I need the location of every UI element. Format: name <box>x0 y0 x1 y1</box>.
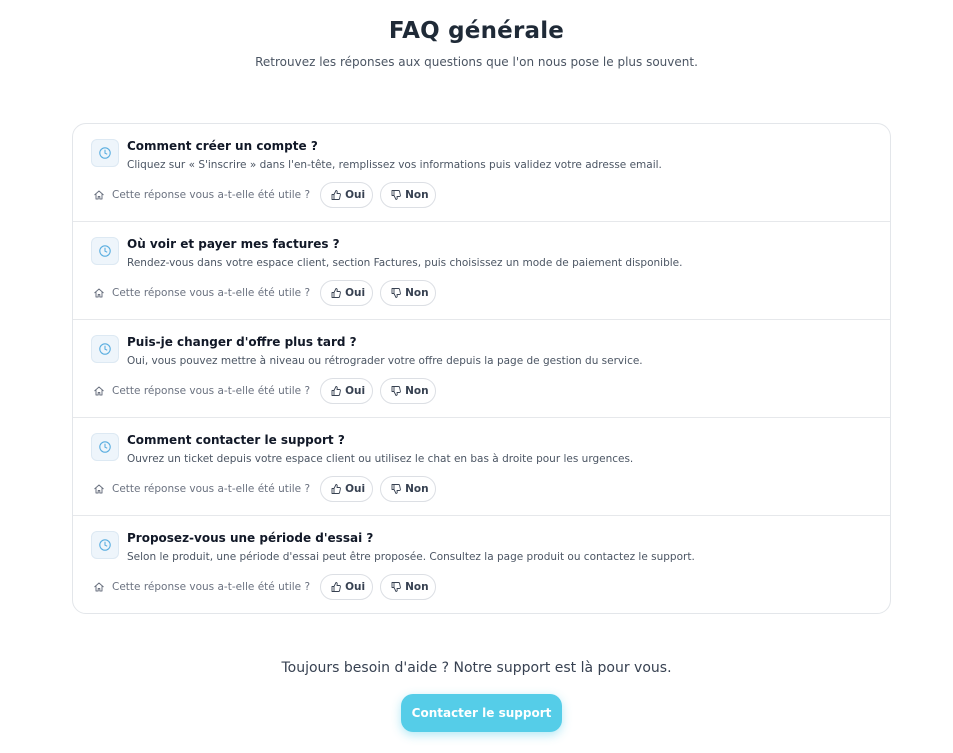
feedback-row: Cette réponse vous a-t-elle été utile ? O… <box>92 476 437 502</box>
faq-item: Où voir et payer mes factures ? Rendez-vo… <box>73 222 890 320</box>
feedback-yes-label: Oui <box>345 189 366 201</box>
feedback-label: Cette réponse vous a-t-elle été utile ? <box>112 189 311 201</box>
clock-icon <box>91 433 119 461</box>
contact-support-button[interactable]: Contacter le support <box>401 694 562 732</box>
faq-item: Proposez-vous une période d'essai ? Selon… <box>73 516 890 613</box>
home-icon <box>92 580 106 594</box>
feedback-label: Cette réponse vous a-t-elle été utile ? <box>112 483 311 495</box>
thumbs-up-icon <box>330 385 342 397</box>
faq-answer: Oui, vous pouvez mettre à niveau ou rétr… <box>127 355 643 367</box>
page-title: FAQ générale <box>388 18 565 44</box>
thumbs-up-icon <box>330 581 342 593</box>
thumbs-down-icon <box>390 483 402 495</box>
faq-item: Puis-je changer d'offre plus tard ? Oui, … <box>73 320 890 418</box>
page-subtitle: Retrouvez les réponses aux questions que… <box>255 55 698 69</box>
clock-icon <box>91 139 119 167</box>
home-icon <box>92 482 106 496</box>
faq-item: Comment créer un compte ? Cliquez sur « S… <box>73 124 890 222</box>
clock-icon <box>91 335 119 363</box>
home-icon <box>92 286 106 300</box>
feedback-yes-button[interactable]: Oui <box>320 280 374 306</box>
thumbs-down-icon <box>390 189 402 201</box>
feedback-no-button[interactable]: Non <box>380 378 437 404</box>
feedback-no-label: Non <box>405 483 429 495</box>
faq-answer: Rendez-vous dans votre espace client, se… <box>127 257 683 269</box>
faq-question: Proposez-vous une période d'essai ? <box>127 531 374 545</box>
feedback-yes-button[interactable]: Oui <box>320 574 374 600</box>
feedback-yes-button[interactable]: Oui <box>320 476 374 502</box>
home-icon <box>92 188 106 202</box>
feedback-no-label: Non <box>405 581 429 593</box>
feedback-yes-label: Oui <box>345 287 366 299</box>
faq-answer: Ouvrez un ticket depuis votre espace cli… <box>127 453 634 465</box>
clock-icon <box>91 237 119 265</box>
faq-question: Comment contacter le support ? <box>127 433 345 447</box>
feedback-label: Cette réponse vous a-t-elle été utile ? <box>112 287 311 299</box>
faq-question: Où voir et payer mes factures ? <box>127 237 340 251</box>
thumbs-up-icon <box>330 189 342 201</box>
feedback-label: Cette réponse vous a-t-elle été utile ? <box>112 581 311 593</box>
feedback-yes-label: Oui <box>345 385 366 397</box>
page-header: FAQ générale Retrouvez les réponses aux … <box>0 14 953 69</box>
feedback-row: Cette réponse vous a-t-elle été utile ? O… <box>92 378 437 404</box>
faq-question: Comment créer un compte ? <box>127 139 318 153</box>
feedback-no-label: Non <box>405 385 429 397</box>
feedback-yes-label: Oui <box>345 483 366 495</box>
thumbs-down-icon <box>390 287 402 299</box>
thumbs-down-icon <box>390 385 402 397</box>
clock-icon <box>91 531 119 559</box>
feedback-yes-label: Oui <box>345 581 366 593</box>
faq-item: Comment contacter le support ? Ouvrez un … <box>73 418 890 516</box>
feedback-row: Cette réponse vous a-t-elle été utile ? O… <box>92 280 437 306</box>
feedback-no-button[interactable]: Non <box>380 574 437 600</box>
feedback-no-button[interactable]: Non <box>380 476 437 502</box>
thumbs-up-icon <box>330 287 342 299</box>
feedback-row: Cette réponse vous a-t-elle été utile ? O… <box>92 182 437 208</box>
faq-answer: Cliquez sur « S'inscrire » dans l'en-têt… <box>127 159 662 171</box>
feedback-no-label: Non <box>405 189 429 201</box>
thumbs-down-icon <box>390 581 402 593</box>
feedback-no-label: Non <box>405 287 429 299</box>
help-text: Toujours besoin d'aide ? Notre support e… <box>281 660 672 676</box>
feedback-yes-button[interactable]: Oui <box>320 378 374 404</box>
thumbs-up-icon <box>330 483 342 495</box>
feedback-no-button[interactable]: Non <box>380 280 437 306</box>
feedback-yes-button[interactable]: Oui <box>320 182 374 208</box>
faq-question: Puis-je changer d'offre plus tard ? <box>127 335 357 349</box>
feedback-label: Cette réponse vous a-t-elle été utile ? <box>112 385 311 397</box>
feedback-row: Cette réponse vous a-t-elle été utile ? O… <box>92 574 437 600</box>
faq-answer: Selon le produit, une période d'essai pe… <box>127 551 695 563</box>
faq-list: Comment créer un compte ? Cliquez sur « S… <box>72 123 891 614</box>
home-icon <box>92 384 106 398</box>
feedback-no-button[interactable]: Non <box>380 182 437 208</box>
